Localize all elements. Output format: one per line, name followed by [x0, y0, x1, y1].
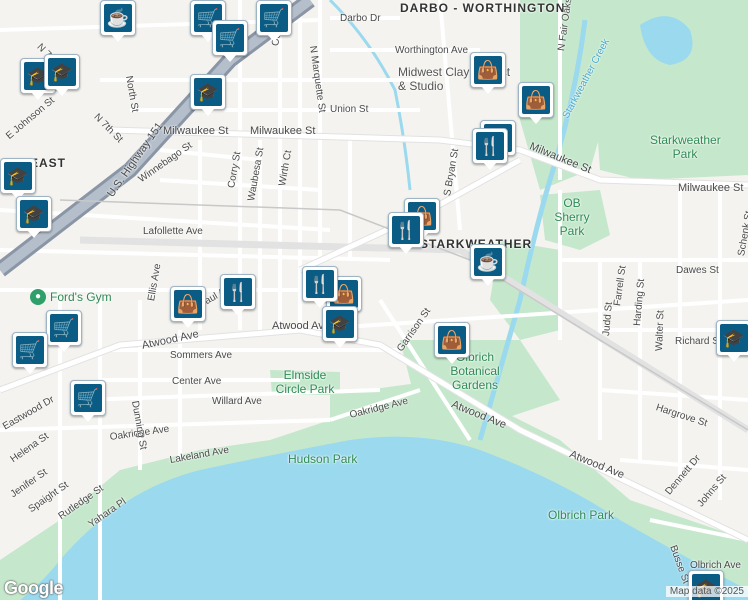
- cafe-marker[interactable]: ☕: [100, 0, 136, 44]
- restaurant-marker[interactable]: 🍴: [302, 266, 338, 310]
- grocery-marker[interactable]: 🛒: [212, 20, 248, 64]
- shopping-marker[interactable]: 👜: [170, 286, 206, 330]
- park-label: Hudson Park: [288, 452, 358, 466]
- grocery-marker[interactable]: 🛒: [70, 380, 106, 424]
- street-label: Richard St: [675, 336, 722, 347]
- street-label: Milwaukee St: [163, 125, 229, 137]
- street-label: Union St: [330, 104, 369, 115]
- fork-knife-icon: 🍴: [392, 216, 420, 244]
- map-attribution[interactable]: Map data ©2025: [665, 586, 748, 597]
- cart-icon: 🛒: [74, 384, 102, 412]
- fork-knife-icon: 🍴: [224, 278, 252, 306]
- school-marker[interactable]: 🎓: [322, 306, 358, 350]
- grocery-marker[interactable]: 🛒: [12, 332, 48, 376]
- street-label: Darbo Dr: [340, 13, 381, 24]
- school-marker[interactable]: 🎓: [190, 74, 226, 118]
- restaurant-marker[interactable]: 🍴: [472, 128, 508, 172]
- park-label: Elmside Circle Park: [275, 368, 335, 396]
- cart-icon: 🛒: [50, 314, 78, 342]
- street-label: Willard Ave: [212, 396, 262, 407]
- fork-knife-icon: 🍴: [306, 270, 334, 298]
- street-label: Dawes St: [676, 265, 719, 276]
- cart-icon: 🛒: [216, 24, 244, 52]
- park-label: Starkweather Park: [650, 133, 721, 161]
- street-label: Worthington Ave: [395, 45, 469, 56]
- street-label: Milwaukee St: [678, 182, 744, 194]
- cart-icon: 🛒: [16, 336, 44, 364]
- shopping-marker[interactable]: 👜: [518, 82, 554, 126]
- graduation-cap-icon: 🎓: [4, 162, 32, 190]
- street-label: Walter St: [654, 310, 667, 352]
- google-logo: Google: [4, 578, 64, 598]
- district-label: DARBO - WORTHINGTON: [400, 1, 566, 15]
- cafe-icon: ☕: [104, 4, 132, 32]
- grocery-marker[interactable]: 🛒: [256, 0, 292, 44]
- graduation-cap-icon: 🎓: [194, 78, 222, 106]
- park-label: Olbrich Park: [548, 508, 615, 522]
- school-marker[interactable]: 🎓: [16, 196, 52, 240]
- restaurant-marker[interactable]: 🍴: [220, 274, 256, 318]
- graduation-cap-icon: 🎓: [720, 324, 748, 352]
- shopping-marker[interactable]: 👜: [470, 52, 506, 96]
- graduation-cap-icon: 🎓: [48, 58, 76, 86]
- shopping-bag-icon: 👜: [174, 290, 202, 318]
- cafe-marker[interactable]: ☕: [470, 244, 506, 288]
- graduation-cap-icon: 🎓: [326, 310, 354, 338]
- street-label: Center Ave: [172, 376, 222, 387]
- fork-knife-icon: 🍴: [476, 132, 504, 160]
- shopping-bag-icon: 👜: [474, 56, 502, 84]
- map-canvas[interactable]: DARBO - WORTHINGTON EAST STARKWEATHER St…: [0, 0, 748, 600]
- park-label: OB Sherry Park: [554, 196, 590, 238]
- school-marker[interactable]: 🎓: [44, 54, 80, 98]
- street-label: Milwaukee St: [250, 125, 316, 137]
- cafe-icon: ☕: [474, 248, 502, 276]
- street-label: Sommers Ave: [170, 350, 233, 361]
- cart-icon: 🛒: [260, 4, 288, 32]
- grocery-marker[interactable]: 🛒: [46, 310, 82, 354]
- restaurant-marker[interactable]: 🍴: [388, 212, 424, 256]
- shopping-bag-icon: 👜: [522, 86, 550, 114]
- street-label: Lafollette Ave: [143, 226, 203, 237]
- shopping-marker[interactable]: 👜: [434, 322, 470, 366]
- graduation-cap-icon: 🎓: [20, 200, 48, 228]
- school-marker[interactable]: 🎓: [716, 320, 748, 364]
- poi-label: Ford's Gym: [50, 290, 112, 304]
- shopping-bag-icon: 👜: [438, 326, 466, 354]
- gym-icon[interactable]: ●: [30, 289, 46, 305]
